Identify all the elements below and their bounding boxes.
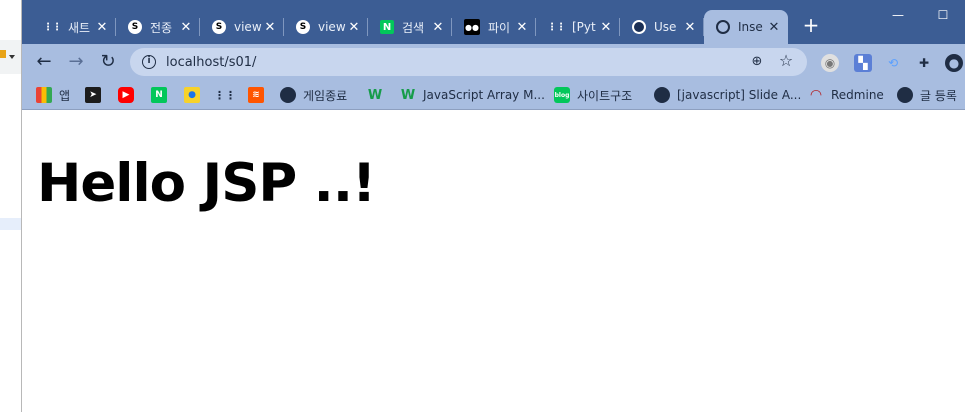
naver-icon: N (151, 87, 167, 103)
browser-window: ⋮⋮ 새트 ✕ S 전종 ✕ S view ✕ S view ✕ N 검색 ✕ (22, 0, 965, 412)
s-icon: S (212, 20, 226, 34)
extensions-puzzle-icon[interactable]: ✚ (915, 54, 933, 72)
naver-icon: N (380, 20, 394, 34)
bookmark-item[interactable]: ⋮⋮ (214, 85, 236, 105)
bookmark-label: [javascript] Slide A... (677, 88, 802, 102)
bookmark-label: 글 등록 (920, 88, 957, 103)
tab-5[interactable]: N 검색 ✕ (368, 10, 452, 44)
tab-3[interactable]: S view ✕ (200, 10, 284, 44)
close-icon[interactable]: ✕ (262, 20, 278, 35)
globe-icon (280, 87, 296, 103)
tab-9-active[interactable]: Inse ✕ (704, 10, 788, 44)
s-icon: S (128, 20, 142, 34)
tab-2[interactable]: S 전종 ✕ (116, 10, 200, 44)
close-icon[interactable]: ✕ (598, 20, 614, 35)
dots-icon: ⋮⋮ (547, 21, 566, 33)
globe-icon (897, 87, 913, 103)
tab-strip: ⋮⋮ 새트 ✕ S 전종 ✕ S view ✕ S view ✕ N 검색 ✕ (22, 0, 965, 44)
soundcloud-icon: ≋ (248, 87, 264, 103)
bookmark-item[interactable]: ➤ (85, 85, 101, 105)
w-icon: W (367, 87, 383, 103)
dark-app-icon: ➤ (85, 87, 101, 103)
background-window-edge (0, 0, 22, 412)
url-text[interactable]: localhost/s01/ (166, 55, 256, 70)
apps-grid-icon (36, 87, 52, 103)
tab-title: 파이 (488, 20, 511, 35)
close-icon[interactable]: ✕ (430, 20, 446, 35)
tab-title: 새트 (68, 20, 91, 35)
zoom-icon[interactable]: ⊕ (749, 54, 765, 70)
tab-6[interactable]: ●● 파이 ✕ (452, 10, 536, 44)
reload-button[interactable]: ↻ (96, 50, 120, 74)
maximize-button[interactable]: ☐ (921, 0, 965, 32)
extension-puzzle-app-icon[interactable]: ▚ (854, 54, 872, 72)
globe-icon (716, 20, 730, 34)
bookmark-apps[interactable]: 앱 (36, 85, 70, 105)
site-info-icon[interactable]: i (142, 55, 156, 69)
bookmark-label: 앱 (59, 88, 71, 103)
address-bar[interactable]: i localhost/s01/ ⊕ ☆ (130, 48, 807, 76)
close-icon[interactable]: ✕ (682, 20, 698, 35)
bookmark-item[interactable]: N (151, 85, 167, 105)
bookmark-item[interactable]: W (367, 85, 383, 105)
tab-title: Inse (738, 20, 763, 34)
minimize-button[interactable]: — (876, 0, 920, 32)
tab-1[interactable]: ⋮⋮ 새트 ✕ (32, 10, 116, 44)
background-dropdown-icon (9, 55, 15, 59)
tab-title: view (234, 20, 262, 34)
dots-icon: ⋮⋮ (43, 21, 62, 33)
s-icon: S (296, 20, 310, 34)
tab-title: Use (654, 20, 677, 34)
map-pin-icon: ● (184, 87, 200, 103)
close-icon[interactable]: ✕ (766, 20, 782, 35)
bookmark-label: JavaScript Array M... (423, 88, 545, 102)
tab-title: 검색 (402, 20, 425, 35)
w-icon: W (400, 87, 416, 103)
page-heading: Hello JSP ..! (37, 153, 376, 214)
globe-icon (654, 87, 670, 103)
bookmark-label: 사이트구조 (577, 88, 633, 103)
bookmarks-bar: 앱 ➤ ▶ N ● ⋮⋮ ≋ 게임종료 W W JavaScript Array… (22, 80, 965, 110)
bookmark-item[interactable]: ▶ (118, 85, 134, 105)
youtube-icon: ▶ (118, 87, 134, 103)
browser-toolbar: ← → ↻ i localhost/s01/ ⊕ ☆ ◉ ▚ ⟲ ✚ ● (22, 44, 965, 80)
extension-sync-icon[interactable]: ⟲ (884, 54, 902, 72)
tab-4[interactable]: S view ✕ (284, 10, 368, 44)
forward-button[interactable]: → (64, 50, 88, 74)
redmine-icon: ◠ (810, 87, 822, 103)
bookmark-site-structure[interactable]: blog 사이트구조 (554, 85, 632, 105)
back-button[interactable]: ← (32, 50, 56, 74)
close-icon[interactable]: ✕ (514, 20, 530, 35)
tab-title: 전종 (150, 20, 173, 35)
background-selected-row (0, 218, 21, 230)
tab-8[interactable]: Use ✕ (620, 10, 704, 44)
blog-icon: blog (554, 87, 570, 103)
close-icon[interactable]: ✕ (346, 20, 362, 35)
background-folder-icon (0, 50, 6, 58)
bookmark-label: Redmine (831, 88, 884, 102)
dots-icon: ⋮⋮ (214, 88, 236, 102)
bookmark-js-slide[interactable]: [javascript] Slide A... (654, 85, 801, 105)
globe-icon (632, 20, 646, 34)
bookmark-post-write[interactable]: 글 등록 (897, 85, 957, 105)
close-icon[interactable]: ✕ (94, 20, 110, 35)
bookmark-redmine[interactable]: ◠ Redmine (808, 85, 884, 105)
extension-record-icon[interactable]: ◉ (821, 54, 839, 72)
medium-icon: ●● (464, 19, 480, 35)
profile-avatar-icon[interactable]: ● (945, 54, 963, 72)
tab-title: [Pyt (572, 20, 596, 34)
bookmark-game-end[interactable]: 게임종료 (280, 85, 347, 105)
bookmark-star-icon[interactable]: ☆ (777, 52, 795, 70)
tab-7[interactable]: ⋮⋮ [Pyt ✕ (536, 10, 620, 44)
new-tab-button[interactable]: + (800, 14, 822, 36)
page-content: Hello JSP ..! (22, 111, 965, 412)
close-icon[interactable]: ✕ (178, 20, 194, 35)
tab-title: view (318, 20, 346, 34)
bookmark-item[interactable]: ≋ (248, 85, 264, 105)
bookmark-item[interactable]: ● (184, 85, 200, 105)
bookmark-label: 게임종료 (303, 88, 348, 103)
bookmark-js-array[interactable]: W JavaScript Array M... (400, 85, 545, 105)
